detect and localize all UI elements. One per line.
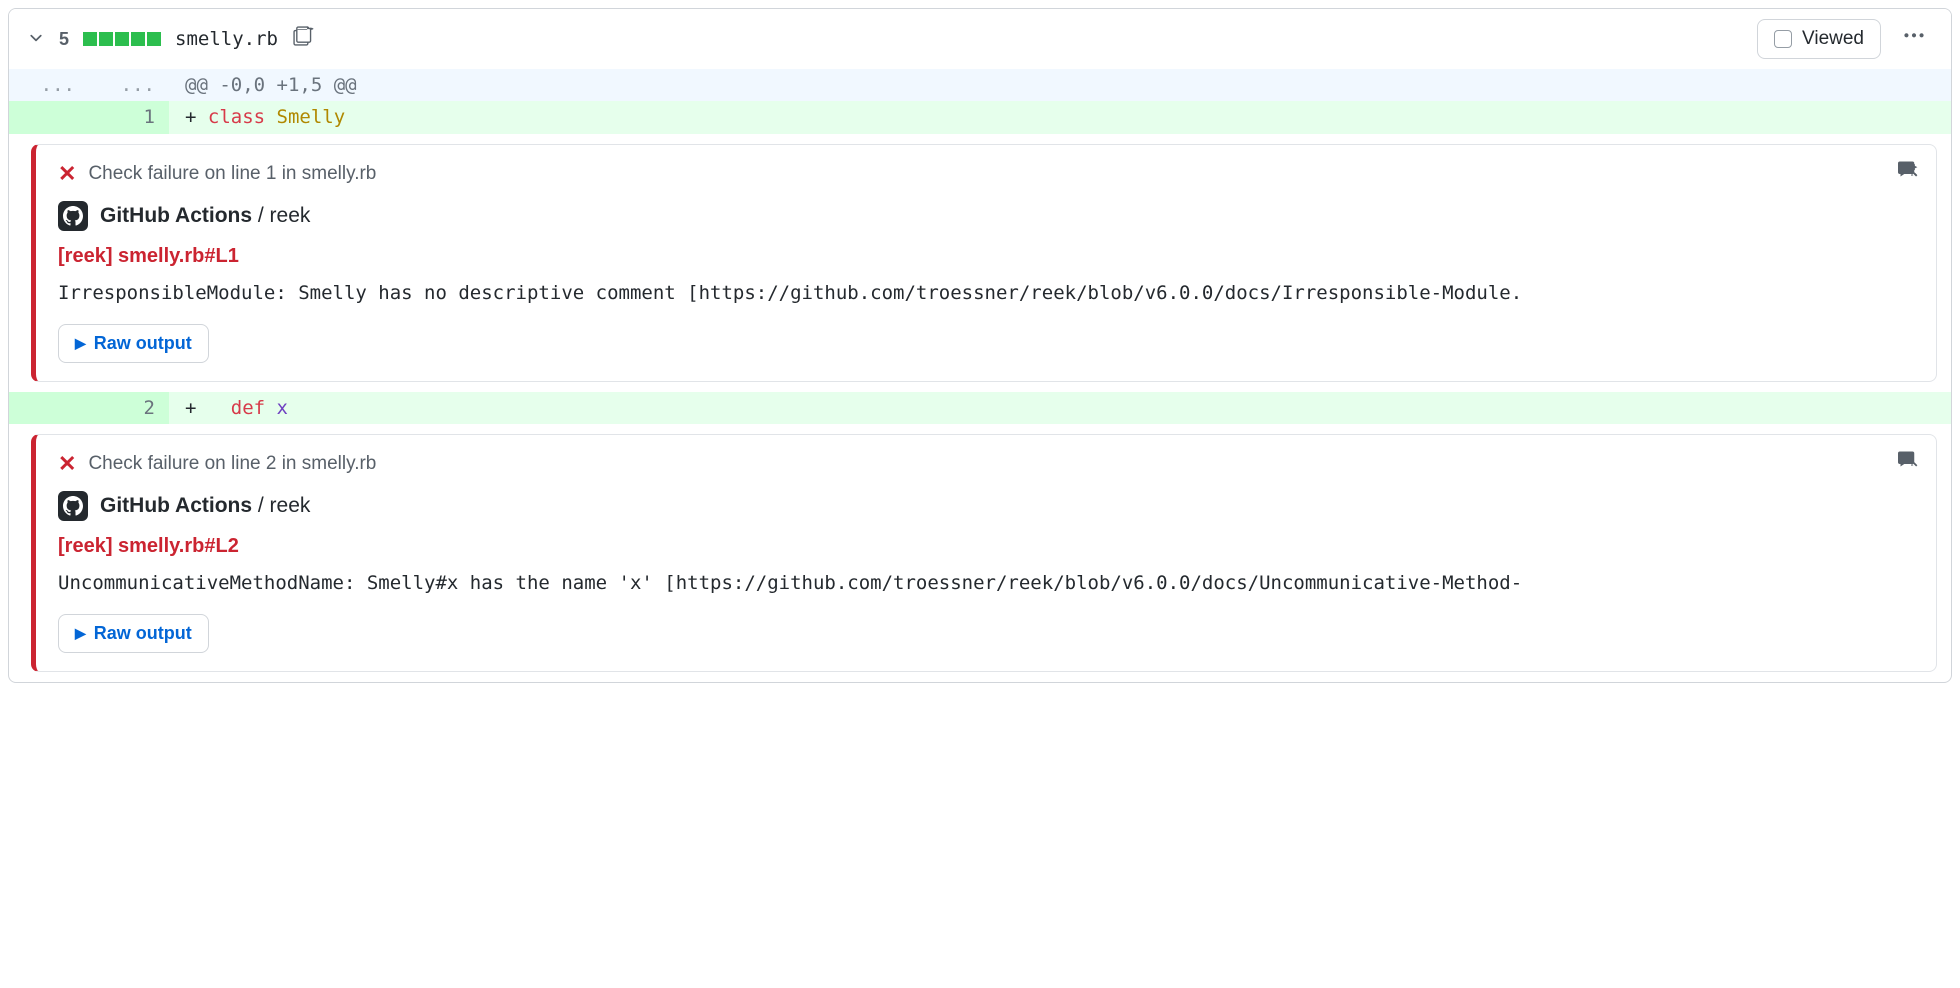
annotation-action-icon[interactable]	[1898, 159, 1918, 185]
copy-path-icon[interactable]	[292, 25, 314, 53]
line-number-old	[9, 392, 89, 424]
check-annotation: ✕ Check failure on line 2 in smelly.rb G…	[31, 434, 1937, 672]
annotation-message: UncommunicativeMethodName: Smelly#x has …	[58, 572, 1914, 594]
annotation-action-icon[interactable]	[1898, 449, 1918, 475]
diff-file: 5 smelly.rb Viewed ... ... @@ -0,0 +1,5 …	[8, 8, 1952, 683]
expand-hunk-left[interactable]: ...	[9, 69, 89, 101]
annotation-header: ✕ Check failure on line 2 in smelly.rb	[58, 451, 1914, 477]
code-content: + def x	[169, 392, 1951, 424]
line-number-new: 2	[89, 392, 169, 424]
diff-line[interactable]: 1 + class Smelly	[9, 101, 1951, 133]
viewed-checkbox[interactable]	[1774, 30, 1792, 48]
failure-icon: ✕	[58, 451, 76, 477]
check-annotation: ✕ Check failure on line 1 in smelly.rb G…	[31, 144, 1937, 382]
annotation-header-text: Check failure on line 1 in smelly.rb	[88, 163, 376, 185]
file-header: 5 smelly.rb Viewed	[9, 9, 1951, 69]
file-name[interactable]: smelly.rb	[175, 28, 278, 50]
hunk-header: ... ... @@ -0,0 +1,5 @@	[9, 69, 1951, 101]
play-icon: ▶	[75, 625, 86, 642]
line-number-new: 1	[89, 101, 169, 133]
annotation-source-text: GitHub Actions / reek	[100, 204, 310, 228]
expand-hunk-right[interactable]: ...	[89, 69, 169, 101]
file-header-left: 5 smelly.rb	[27, 25, 1743, 53]
viewed-toggle[interactable]: Viewed	[1757, 19, 1881, 59]
annotation-source: GitHub Actions / reek	[58, 491, 1914, 521]
annotation-title: [reek] smelly.rb#L2	[58, 535, 1914, 558]
raw-output-button[interactable]: ▶Raw output	[58, 324, 209, 363]
raw-output-button[interactable]: ▶Raw output	[58, 614, 209, 653]
annotation-message: IrresponsibleModule: Smelly has no descr…	[58, 282, 1914, 304]
annotation-title: [reek] smelly.rb#L1	[58, 245, 1914, 268]
annotation-header: ✕ Check failure on line 1 in smelly.rb	[58, 161, 1914, 187]
line-number-old	[9, 101, 89, 133]
change-count: 5	[59, 29, 69, 50]
viewed-label: Viewed	[1802, 28, 1864, 50]
annotation-header-text: Check failure on line 2 in smelly.rb	[88, 453, 376, 475]
annotation-source: GitHub Actions / reek	[58, 201, 1914, 231]
file-menu-icon[interactable]	[1895, 25, 1933, 53]
failure-icon: ✕	[58, 161, 76, 187]
github-logo-icon	[58, 201, 88, 231]
github-logo-icon	[58, 491, 88, 521]
diff-stat-bar	[83, 32, 161, 46]
hunk-text: @@ -0,0 +1,5 @@	[169, 69, 1951, 101]
diff-line[interactable]: 2 + def x	[9, 392, 1951, 424]
code-content: + class Smelly	[169, 101, 1951, 133]
play-icon: ▶	[75, 335, 86, 352]
annotation-source-text: GitHub Actions / reek	[100, 494, 310, 518]
collapse-toggle-icon[interactable]	[27, 28, 45, 51]
